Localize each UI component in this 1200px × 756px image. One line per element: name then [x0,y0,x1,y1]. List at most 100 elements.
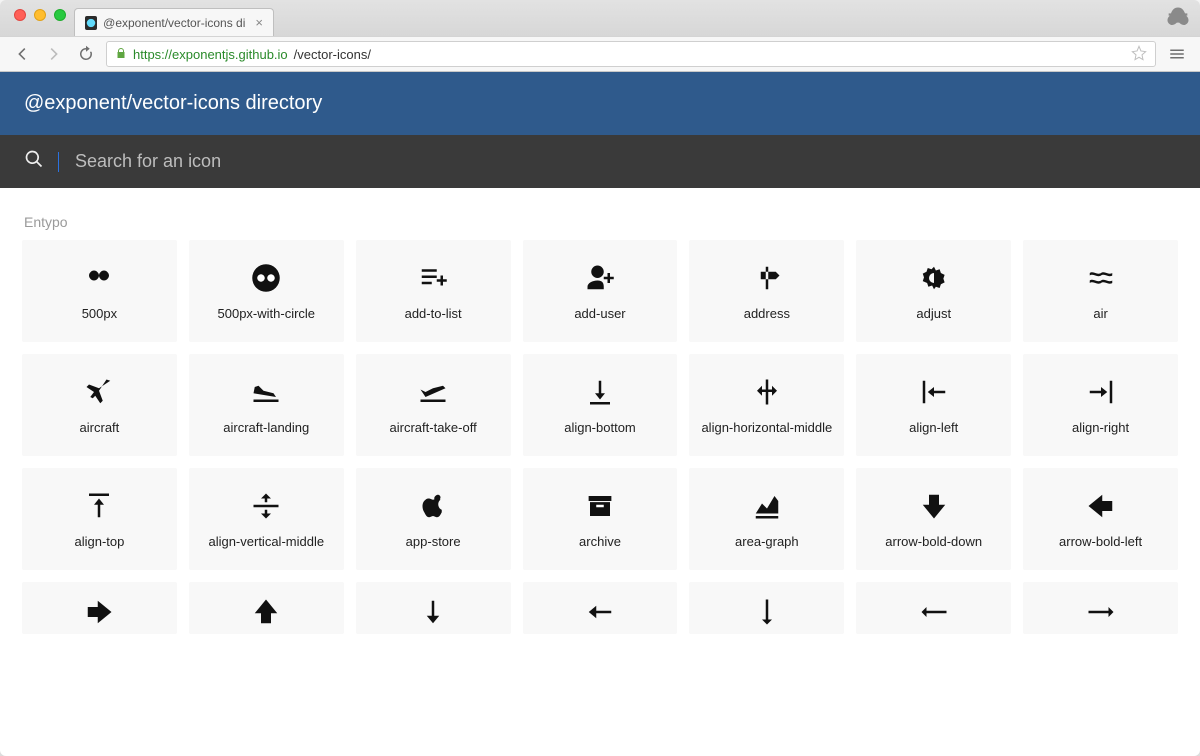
arrow-long-left-icon [919,596,949,628]
align-vertical-middle-icon [251,488,281,524]
arrow-down-icon [418,596,448,628]
arrow-long-right-icon [1086,596,1116,628]
lock-icon [115,47,127,62]
icon-label: arrow-bold-left [1059,534,1142,550]
tab-favicon-icon [85,16,97,30]
icon-label: address [744,306,790,322]
icon-card-align-vertical-middle[interactable]: align-vertical-middle [189,468,344,570]
icon-card-add-user[interactable]: add-user [523,240,678,342]
icon-label: align-vertical-middle [208,534,324,550]
add-user-icon [585,260,615,296]
icon-card-500px-with-circle[interactable]: 500px-with-circle [189,240,344,342]
icon-card-arrow-bold-up[interactable]: arrow-bold-up [189,582,344,634]
page-content: @exponent/vector-icons directory Entypo … [0,72,1200,756]
icon-card-align-left[interactable]: align-left [856,354,1011,456]
window-close-button[interactable] [14,9,26,21]
aircraft-take-off-icon [418,374,448,410]
icon-card-add-to-list[interactable]: add-to-list [356,240,511,342]
arrow-left-icon [585,596,615,628]
icon-label: aircraft-landing [223,420,309,436]
arrow-bold-up-icon [251,596,281,628]
icon-label: 500px-with-circle [218,306,316,322]
arrow-bold-down-icon [919,488,949,524]
toolbar: https://exponentjs.github.io/vector-icon… [0,36,1200,72]
tab-strip: @exponent/vector-icons di × [0,0,1200,36]
aircraft-icon [84,374,114,410]
icon-label: aircraft-take-off [390,420,477,436]
icon-card-arrow-bold-left[interactable]: arrow-bold-left [1023,468,1178,570]
window-controls[interactable] [10,0,74,36]
url-secure-host: https://exponentjs.github.io [133,47,288,62]
window-minimize-button[interactable] [34,9,46,21]
icon-card-arrow-long-left[interactable]: arrow-long-left [856,582,1011,634]
icon-label: air [1093,306,1107,322]
browser-tab[interactable]: @exponent/vector-icons di × [74,8,274,36]
air-icon [1086,260,1116,296]
nav-reload-button[interactable] [74,42,98,66]
icon-label: aircraft [80,420,120,436]
arrow-long-down-icon [752,596,782,628]
search-icon [24,149,44,174]
icon-card-500px[interactable]: 500px [22,240,177,342]
icon-card-arrow-left[interactable]: arrow-left [523,582,678,634]
app-store-icon [418,488,448,524]
browser-window: @exponent/vector-icons di × https://exp [0,0,1200,756]
align-right-icon [1086,374,1116,410]
add-to-list-icon [418,260,448,296]
align-bottom-icon [585,374,615,410]
icon-label: archive [579,534,621,550]
icon-label: 500px [82,306,117,322]
icon-card-area-graph[interactable]: area-graph [689,468,844,570]
icon-grid: 500px 500px-with-circle add-to-list add-use… [22,240,1178,634]
icon-label: adjust [916,306,951,322]
icon-card-app-store[interactable]: app-store [356,468,511,570]
icon-card-air[interactable]: air [1023,240,1178,342]
icon-card-align-right[interactable]: align-right [1023,354,1178,456]
area-graph-icon [752,488,782,524]
align-horizontal-middle-icon [752,374,782,410]
icon-card-adjust[interactable]: adjust [856,240,1011,342]
icon-card-arrow-long-right[interactable]: arrow-long-right [1023,582,1178,634]
page-title: @exponent/vector-icons directory [24,92,322,114]
icon-card-arrow-bold-down[interactable]: arrow-bold-down [856,468,1011,570]
icon-card-align-top[interactable]: align-top [22,468,177,570]
section-label: Entypo [24,214,1178,230]
icon-label: align-horizontal-middle [701,420,832,436]
browser-menu-button[interactable] [1164,41,1190,67]
icon-label: align-left [909,420,958,436]
archive-icon [585,488,615,524]
icon-card-aircraft-take-off[interactable]: aircraft-take-off [356,354,511,456]
incognito-icon [1164,0,1192,36]
tab-close-icon[interactable]: × [255,15,263,30]
search-input[interactable] [75,151,1176,172]
icon-card-align-bottom[interactable]: align-bottom [523,354,678,456]
address-bar[interactable]: https://exponentjs.github.io/vector-icon… [106,41,1156,67]
address-icon [752,260,782,296]
icon-card-archive[interactable]: archive [523,468,678,570]
text-cursor [58,152,59,172]
nav-back-button[interactable] [10,42,34,66]
icon-card-arrow-long-down[interactable]: arrow-long-down [689,582,844,634]
browser-chrome: @exponent/vector-icons di × https://exp [0,0,1200,72]
aircraft-landing-icon [251,374,281,410]
icon-label: align-right [1072,420,1129,436]
icon-card-arrow-down[interactable]: arrow-down [356,582,511,634]
align-top-icon [84,488,114,524]
icon-label: area-graph [735,534,799,550]
icon-card-aircraft-landing[interactable]: aircraft-landing [189,354,344,456]
icon-card-arrow-bold-right[interactable]: arrow-bold-right [22,582,177,634]
align-left-icon [919,374,949,410]
icon-label: arrow-bold-down [885,534,982,550]
icon-label: add-user [574,306,625,322]
icon-card-aircraft[interactable]: aircraft [22,354,177,456]
icon-card-address[interactable]: address [689,240,844,342]
500px-with-circle-icon [251,260,281,296]
window-zoom-button[interactable] [54,9,66,21]
icon-label: add-to-list [405,306,462,322]
nav-forward-button[interactable] [42,42,66,66]
icon-label: align-bottom [564,420,636,436]
icon-card-align-horizontal-middle[interactable]: align-horizontal-middle [689,354,844,456]
arrow-bold-left-icon [1086,488,1116,524]
icon-label: app-store [406,534,461,550]
bookmark-star-icon[interactable] [1131,45,1147,64]
